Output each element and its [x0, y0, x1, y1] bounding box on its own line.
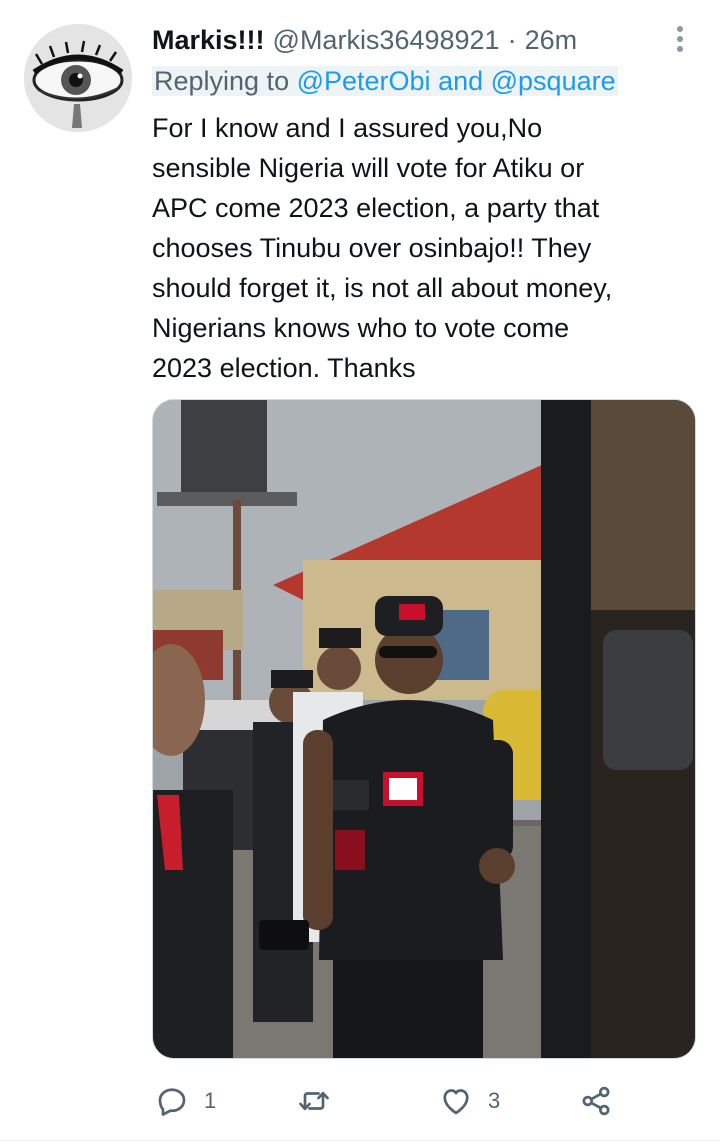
reply-count: 1: [204, 1088, 217, 1113]
retweet-icon: [299, 1091, 329, 1111]
like-count: 3: [488, 1088, 501, 1113]
share-button[interactable]: [578, 1078, 614, 1124]
heart-icon: [443, 1089, 469, 1115]
reply-bubble-icon: [158, 1088, 186, 1116]
user-handle[interactable]: @Markis36498921: [273, 22, 500, 58]
replying-to-line: Replying to @PeterObi and @psquare: [152, 62, 618, 100]
retweet-button[interactable]: [296, 1078, 346, 1124]
tweet-header: Markis!!! @Markis36498921 · 26m: [152, 22, 577, 58]
display-name[interactable]: Markis!!!: [152, 22, 265, 58]
mention-psquare[interactable]: @psquare: [491, 66, 616, 96]
share-icon: [582, 1086, 610, 1116]
separator-dot: ·: [507, 25, 517, 55]
avatar[interactable]: [24, 24, 132, 132]
avatar-eye-image: [24, 24, 132, 132]
more-vertical-icon[interactable]: [668, 24, 692, 54]
photo-scene: [153, 400, 695, 1058]
mention-peterobi[interactable]: @PeterObi: [297, 66, 431, 96]
reply-button[interactable]: 1: [154, 1078, 216, 1124]
timestamp[interactable]: 26m: [525, 22, 578, 58]
tweet-photo[interactable]: [152, 399, 696, 1059]
replying-to-label: Replying to: [154, 66, 297, 96]
like-button[interactable]: 3: [438, 1078, 500, 1124]
bottom-divider: [0, 1140, 720, 1141]
tweet[interactable]: Markis!!! @Markis36498921 · 26m Replying…: [0, 0, 720, 1147]
tweet-text: For I know and I assured you,No sensible…: [152, 113, 613, 383]
tweet-actions: 1 3: [152, 1078, 672, 1124]
mention-joiner: and: [430, 66, 491, 96]
